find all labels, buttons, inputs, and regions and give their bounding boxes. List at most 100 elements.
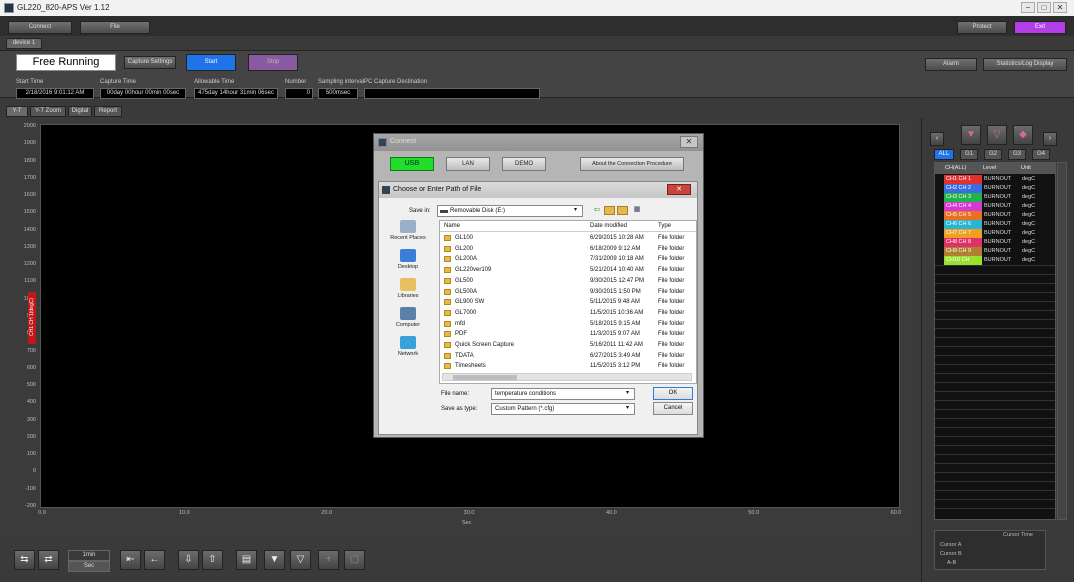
waveform-expand-icon[interactable]: ⇄: [38, 550, 59, 570]
file-row[interactable]: mfd 5/18/2015 9:15 AM File folder: [440, 319, 698, 330]
start-button[interactable]: Start: [186, 54, 236, 71]
group-tab-g3[interactable]: G3: [1008, 149, 1026, 160]
scroll-left-icon[interactable]: ←: [144, 550, 165, 570]
channel-table: CH(ALL) Level Unit CH1 CH 1 BURNOUT degC CH…: [934, 162, 1056, 520]
time-unit-select[interactable]: Sec: [68, 561, 110, 572]
save-in-select[interactable]: Removable Disk (E:): [437, 205, 583, 217]
channel-row[interactable]: CH7 CH 7 BURNOUT degC: [938, 229, 1056, 238]
usb-button[interactable]: USB: [390, 157, 434, 171]
group-tab-all[interactable]: ALL: [934, 149, 954, 160]
place-desktop[interactable]: Desktop: [383, 249, 433, 270]
scrollbar-thumb[interactable]: [453, 375, 517, 380]
file-row[interactable]: GL7000 11/5/2015 10:36 AM File folder: [440, 308, 698, 319]
file-date: 6/18/2009 9:12 AM: [590, 245, 641, 252]
alarm-button[interactable]: Alarm: [925, 58, 977, 71]
file-dialog-close-button[interactable]: ✕: [667, 184, 691, 195]
tab-y-t[interactable]: Y-T: [6, 106, 28, 117]
file-menu-button[interactable]: File: [80, 21, 150, 34]
file-row[interactable]: GL220ver109 5/21/2014 10:40 AM File folder: [440, 265, 698, 276]
stop-button[interactable]: Stop: [248, 54, 298, 71]
close-window-button[interactable]: ✕: [1053, 2, 1067, 13]
channel-row[interactable]: CH6 CH 6 BURNOUT degC: [938, 220, 1056, 229]
channel-row[interactable]: CH2 CH 2 BURNOUT degC: [938, 184, 1056, 193]
cursor-a-icon[interactable]: ⇩: [178, 550, 199, 570]
tab-digital[interactable]: Digital: [68, 106, 92, 117]
save-type-select[interactable]: Custom Pattern (*.cfg): [491, 403, 635, 415]
marker-both-icon[interactable]: ◆: [1013, 125, 1033, 145]
tab-report[interactable]: Report: [94, 106, 122, 117]
file-name-dropdown-icon[interactable]: ▾: [626, 389, 629, 396]
cursor-b-icon[interactable]: ⇧: [202, 550, 223, 570]
channel-row[interactable]: CH3 CH 3 BURNOUT degC: [938, 193, 1056, 202]
capture-destination-field[interactable]: [364, 88, 540, 99]
group-prev-icon[interactable]: ‹: [930, 132, 944, 146]
scroll-start-icon[interactable]: ⇤: [120, 550, 141, 570]
demo-button[interactable]: DEMO: [502, 157, 546, 171]
file-row[interactable]: GL200 6/18/2009 9:12 AM File folder: [440, 244, 698, 255]
file-row[interactable]: GL200A 7/31/2009 10:18 AM File folder: [440, 254, 698, 265]
header-channel: CH(ALL): [945, 165, 967, 171]
file-type: File folder: [658, 342, 685, 348]
y-tick-label: 500: [26, 382, 36, 389]
file-row[interactable]: GL500 9/30/2015 12:47 PM File folder: [440, 276, 698, 287]
place-libraries[interactable]: Libraries: [383, 278, 433, 299]
lan-button[interactable]: LAN: [446, 157, 490, 171]
file-row[interactable]: PDF 11/3/2015 9:07 AM File folder: [440, 329, 698, 340]
column-type[interactable]: Type: [658, 223, 671, 229]
connect-dialog-close-button[interactable]: ✕: [680, 136, 698, 148]
x-tick-label: 50.0: [748, 510, 760, 516]
file-row[interactable]: Quick Screen Capture 5/16/2011 11:42 AM Fi…: [440, 340, 698, 351]
column-date-modified[interactable]: Date modified: [590, 223, 627, 229]
file-name-input[interactable]: temperature conditions: [491, 388, 635, 400]
group-next-icon[interactable]: ›: [1043, 132, 1057, 146]
marker-up-icon[interactable]: ▽: [987, 125, 1007, 145]
add-icon[interactable]: +: [318, 550, 339, 570]
file-row[interactable]: TDATA 6/27/2015 3:49 AM File folder: [440, 351, 698, 362]
protect-button[interactable]: Protect: [957, 21, 1007, 34]
channel-row[interactable]: CH1 CH 1 BURNOUT degC: [938, 175, 1056, 184]
capture-settings-button[interactable]: Capture Settings: [124, 56, 176, 69]
file-type: File folder: [658, 288, 685, 295]
about-connection-button[interactable]: About the Connection Procedure: [580, 157, 684, 171]
new-folder-icon[interactable]: [617, 206, 628, 215]
group-tab-g1[interactable]: G1: [960, 149, 978, 160]
column-name[interactable]: Name: [444, 223, 460, 229]
marker-remove-icon[interactable]: ▽: [290, 550, 311, 570]
cancel-button[interactable]: Cancel: [653, 402, 693, 415]
channel-table-scrollbar[interactable]: [1057, 162, 1067, 520]
view-menu-icon[interactable]: ▦: [630, 205, 644, 216]
file-row[interactable]: GL500A 9/30/2015 1:50 PM File folder: [440, 287, 698, 298]
back-icon[interactable]: ⇦: [591, 205, 603, 216]
channel-row[interactable]: CH8 CH 8 BURNOUT degC: [938, 238, 1056, 247]
maximize-button[interactable]: □: [1037, 2, 1051, 13]
channel-row[interactable]: CH9 CH 9 BURNOUT degC: [938, 247, 1056, 256]
save-type-dropdown-icon[interactable]: ▾: [626, 404, 629, 411]
ok-button[interactable]: OK: [653, 387, 693, 400]
place-network[interactable]: Network: [383, 336, 433, 357]
tab-device-1[interactable]: device 1: [6, 38, 42, 49]
time-scale-value: 1min: [68, 550, 110, 561]
tab-y-t-zoom[interactable]: Y-T Zoom: [30, 106, 66, 117]
group-tab-g2[interactable]: G2: [984, 149, 1002, 160]
file-row[interactable]: GL900 SW 5/11/2015 9:48 AM File folder: [440, 297, 698, 308]
statistics-log-button[interactable]: Statistics/Log Display: [983, 58, 1067, 71]
place-computer[interactable]: Computer: [383, 307, 433, 328]
group-tab-g4[interactable]: G4: [1032, 149, 1050, 160]
file-row[interactable]: GL100 6/29/2015 10:28 AM File folder: [440, 233, 698, 244]
channel-row[interactable]: CH10 CH BURNOUT degC: [938, 256, 1056, 265]
channel-row[interactable]: CH5 CH 5 BURNOUT degC: [938, 211, 1056, 220]
place-recent-places[interactable]: Recent Places: [383, 220, 433, 241]
y-tick-label: 2000: [23, 123, 36, 129]
clear-icon[interactable]: ▢: [344, 550, 365, 570]
channel-row[interactable]: CH4 CH 4 BURNOUT degC: [938, 202, 1056, 211]
marker-down-icon[interactable]: ▼: [961, 125, 981, 145]
waveform-compress-icon[interactable]: ⇆: [14, 550, 35, 570]
split-view-icon[interactable]: ▤: [236, 550, 257, 570]
minimize-button[interactable]: −: [1021, 2, 1035, 13]
file-row[interactable]: Timesheets 11/5/2015 3:12 PM File folder: [440, 361, 698, 372]
connect-button[interactable]: Connect: [8, 21, 72, 34]
exit-button[interactable]: Exit: [1014, 21, 1066, 34]
marker-icon[interactable]: ▼: [264, 550, 285, 570]
file-list-scrollbar[interactable]: [442, 373, 692, 381]
up-folder-icon[interactable]: [604, 206, 615, 215]
